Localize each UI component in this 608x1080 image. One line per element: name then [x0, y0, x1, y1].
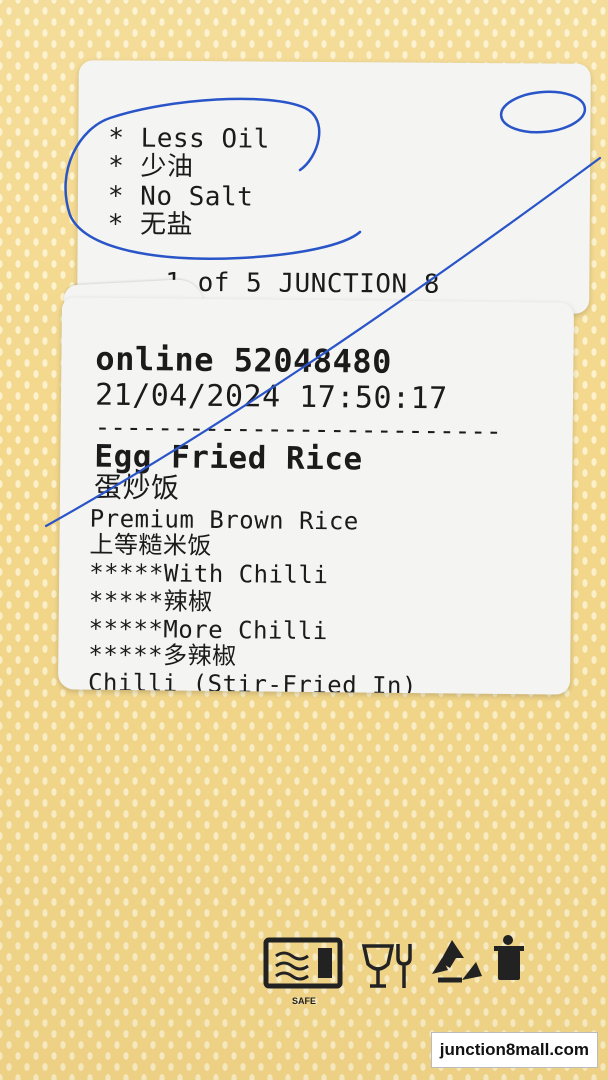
- option-no-salt-cn: * 无盐: [107, 209, 194, 241]
- modifier-line: *****With Chilli: [89, 558, 329, 590]
- modifier-line: Chilli (Stir-Fried In): [87, 669, 418, 694]
- option-no-salt: * No Salt: [107, 181, 254, 213]
- safe-caption: SAFE: [292, 996, 316, 1006]
- modifier-line: *****辣椒: [88, 586, 213, 616]
- order-counter: 1 of 5 JUNCTION 8: [165, 267, 441, 300]
- microwave-safe-icon: [263, 937, 343, 989]
- receipt-label: online 52048480 21/04/2024 17:50:17 ----…: [57, 297, 575, 695]
- package-icons: SAFE: [263, 935, 524, 1006]
- modifier-line: *****多辣椒: [88, 640, 237, 671]
- option-less-oil-cn: * 少油: [108, 151, 194, 183]
- food-safe-icon: [361, 944, 412, 988]
- order-number: online 52048480: [95, 339, 393, 381]
- watermark: junction8mall.com: [430, 1032, 598, 1068]
- order-options-label: * Less Oil * 少油 * No Salt * 无盐 1 of 5 JU…: [77, 60, 591, 314]
- option-less-oil: * Less Oil: [108, 123, 270, 155]
- dispose-bin-icon: [494, 935, 524, 980]
- modifier-line: 上等糙米饭: [89, 530, 213, 560]
- item-name-cn: 蛋炒饭: [93, 470, 180, 505]
- order-datetime: 21/04/2024 17:50:17: [94, 377, 448, 417]
- recycle-icon: [432, 940, 482, 983]
- modifier-line: *****More Chilli: [88, 614, 328, 646]
